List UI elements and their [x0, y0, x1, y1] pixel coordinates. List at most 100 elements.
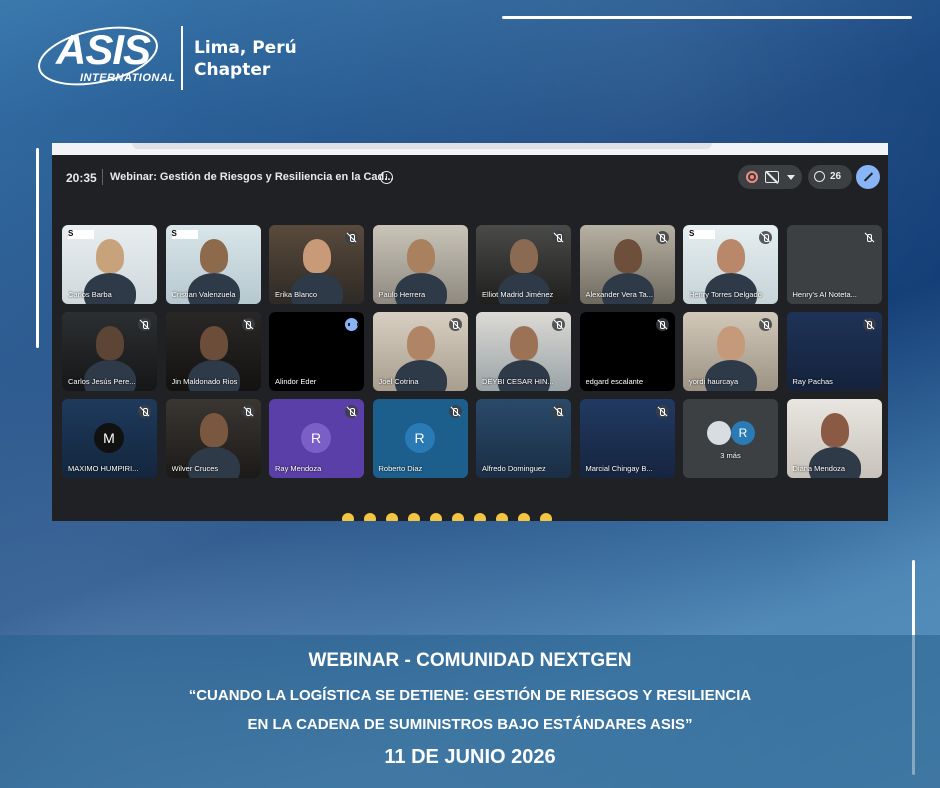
participant-name: Jin Maldonado Rios: [171, 377, 238, 386]
participant-name: Elliot Madrid Jiménez: [482, 290, 554, 299]
banner-title: WEBINAR - COMUNIDAD NEXTGEN: [308, 650, 632, 671]
mic-off-icon: [862, 231, 876, 244]
participant-tile[interactable]: DEYBI CESAR HIN...: [476, 312, 571, 391]
meet-screenshot: 20:35 Webinar: Gestión de Riesgos y Resi…: [52, 143, 888, 521]
mic-off-icon: [552, 318, 565, 331]
mic-off-icon: [138, 405, 151, 418]
mic-off-icon: [862, 318, 876, 331]
participant-name: 3 más: [720, 451, 741, 460]
participant-tile[interactable]: Cristian Valenzuela: [165, 225, 261, 304]
reaction-icon[interactable]: [540, 513, 552, 521]
mic-off-icon: [655, 405, 669, 418]
participant-face: [303, 239, 331, 273]
participant-tile[interactable]: Diana Mendoza: [786, 399, 882, 478]
participant-avatar: M: [94, 423, 124, 453]
participant-face: [510, 239, 538, 273]
banner-date: 11 DE JUNIO 2026: [384, 746, 556, 768]
participant-name: Ray Mendoza: [275, 464, 322, 473]
logo-divider: [181, 26, 183, 90]
reaction-icon[interactable]: [452, 513, 464, 521]
chevron-down-icon: [787, 175, 795, 180]
participant-tile[interactable]: Erika Blanco: [269, 225, 364, 304]
chapter-slide-logo: [689, 229, 715, 239]
participant-face: [406, 326, 435, 360]
participant-tile[interactable]: Joel Cotrina: [372, 312, 468, 391]
participant-body: [808, 447, 861, 478]
participant-tile[interactable]: Henry's AI Noteta...: [786, 225, 882, 304]
participant-name: Joel Cotrina: [378, 377, 419, 386]
participant-name: Cristian Valenzuela: [171, 290, 236, 299]
participant-face: [510, 326, 538, 360]
divider: [102, 169, 103, 185]
participant-tile[interactable]: Paulo Herrera: [372, 225, 468, 304]
reaction-icon[interactable]: [430, 513, 442, 521]
participant-tile[interactable]: Alfredo Dominguez: [476, 399, 571, 478]
participant-tile[interactable]: R Roberto Diaz: [372, 399, 468, 478]
participant-tile[interactable]: Alexander Vera Ta...: [579, 225, 675, 304]
participant-name: Alexander Vera Ta...: [585, 290, 653, 299]
participant-name: Marcial Chingay B...: [585, 464, 653, 473]
video-feed: [683, 399, 778, 478]
chapter-slide-logo: [171, 229, 198, 239]
speaking-indicator-icon: [345, 318, 359, 331]
participant-tile[interactable]: Elliot Madrid Jiménez: [476, 225, 571, 304]
participant-tile[interactable]: Wilver Cruces: [165, 399, 261, 478]
meeting-title: Webinar: Gestión de Riesgos y Resilienci…: [110, 171, 394, 183]
participant-body: [394, 273, 447, 304]
participant-name: Ray Pachas: [792, 377, 833, 386]
participant-tile[interactable]: Jin Maldonado Rios: [165, 312, 261, 391]
participant-name: Carlos Jesús Pere...: [68, 377, 136, 386]
reaction-icon[interactable]: [364, 513, 376, 521]
participant-name: edgard escalante: [585, 377, 644, 386]
reaction-icon[interactable]: [496, 513, 508, 521]
participant-face: [96, 326, 124, 360]
recording-controls[interactable]: [738, 165, 802, 189]
reaction-icon[interactable]: [474, 513, 486, 521]
info-icon[interactable]: i: [380, 171, 393, 184]
participant-tile[interactable]: Marcial Chingay B...: [579, 399, 675, 478]
mic-off-icon: [552, 405, 565, 418]
mic-off-icon: [345, 405, 358, 418]
participant-avatar: R: [301, 423, 331, 453]
participants-button[interactable]: 26: [808, 165, 852, 189]
participant-name: Henry's AI Noteta...: [792, 290, 857, 299]
participant-name: MAXIMO HUMPIRI...: [68, 464, 139, 473]
brand-name: ASIS: [56, 26, 151, 73]
participant-face: [199, 413, 228, 447]
participant-tile[interactable]: Alindor Eder: [269, 312, 364, 391]
decorative-line-left: [36, 148, 39, 348]
participant-tile[interactable]: M MAXIMO HUMPIRI...: [62, 399, 157, 478]
mic-off-icon: [138, 318, 151, 331]
participant-face: [406, 239, 435, 273]
reaction-bar[interactable]: [342, 513, 602, 521]
mic-off-icon: [759, 231, 772, 244]
participant-tile[interactable]: Carlos Barba: [62, 225, 157, 304]
participant-face: [717, 326, 745, 360]
participant-tile[interactable]: Henry Torres Delgado: [683, 225, 778, 304]
camera-off-icon: [765, 171, 779, 183]
participant-tile[interactable]: Carlos Jesús Pere...: [62, 312, 157, 391]
banner-subtitle-line2: EN LA CADENA DE SUMINISTROS BAJO ESTÁNDA…: [247, 716, 693, 733]
participant-tile[interactable]: yordi haurcaya: [683, 312, 778, 391]
participant-tile[interactable]: edgard escalante: [579, 312, 675, 391]
participant-tile[interactable]: Ray Pachas: [786, 312, 882, 391]
decorative-line-top: [502, 16, 912, 19]
participant-tile[interactable]: R 3 más: [683, 399, 778, 478]
participant-name: DEYBI CESAR HIN...: [482, 377, 554, 386]
participant-tile[interactable]: R Ray Mendoza: [269, 399, 364, 478]
reaction-icon[interactable]: [518, 513, 530, 521]
mic-off-icon: [759, 318, 772, 331]
participant-name: Roberto Diaz: [378, 464, 423, 473]
participant-name: Alfredo Dominguez: [482, 464, 546, 473]
address-bar: [132, 143, 712, 149]
chapter-slide-logo: [68, 229, 94, 239]
participant-body: [187, 273, 240, 304]
participant-name: Carlos Barba: [68, 290, 112, 299]
participant-body: [394, 360, 447, 391]
reaction-icon[interactable]: [408, 513, 420, 521]
reaction-icon[interactable]: [386, 513, 398, 521]
ai-assistant-button[interactable]: [856, 165, 880, 189]
participant-name: Erika Blanco: [275, 290, 318, 299]
record-icon: [746, 171, 758, 183]
reaction-icon[interactable]: [342, 513, 354, 521]
